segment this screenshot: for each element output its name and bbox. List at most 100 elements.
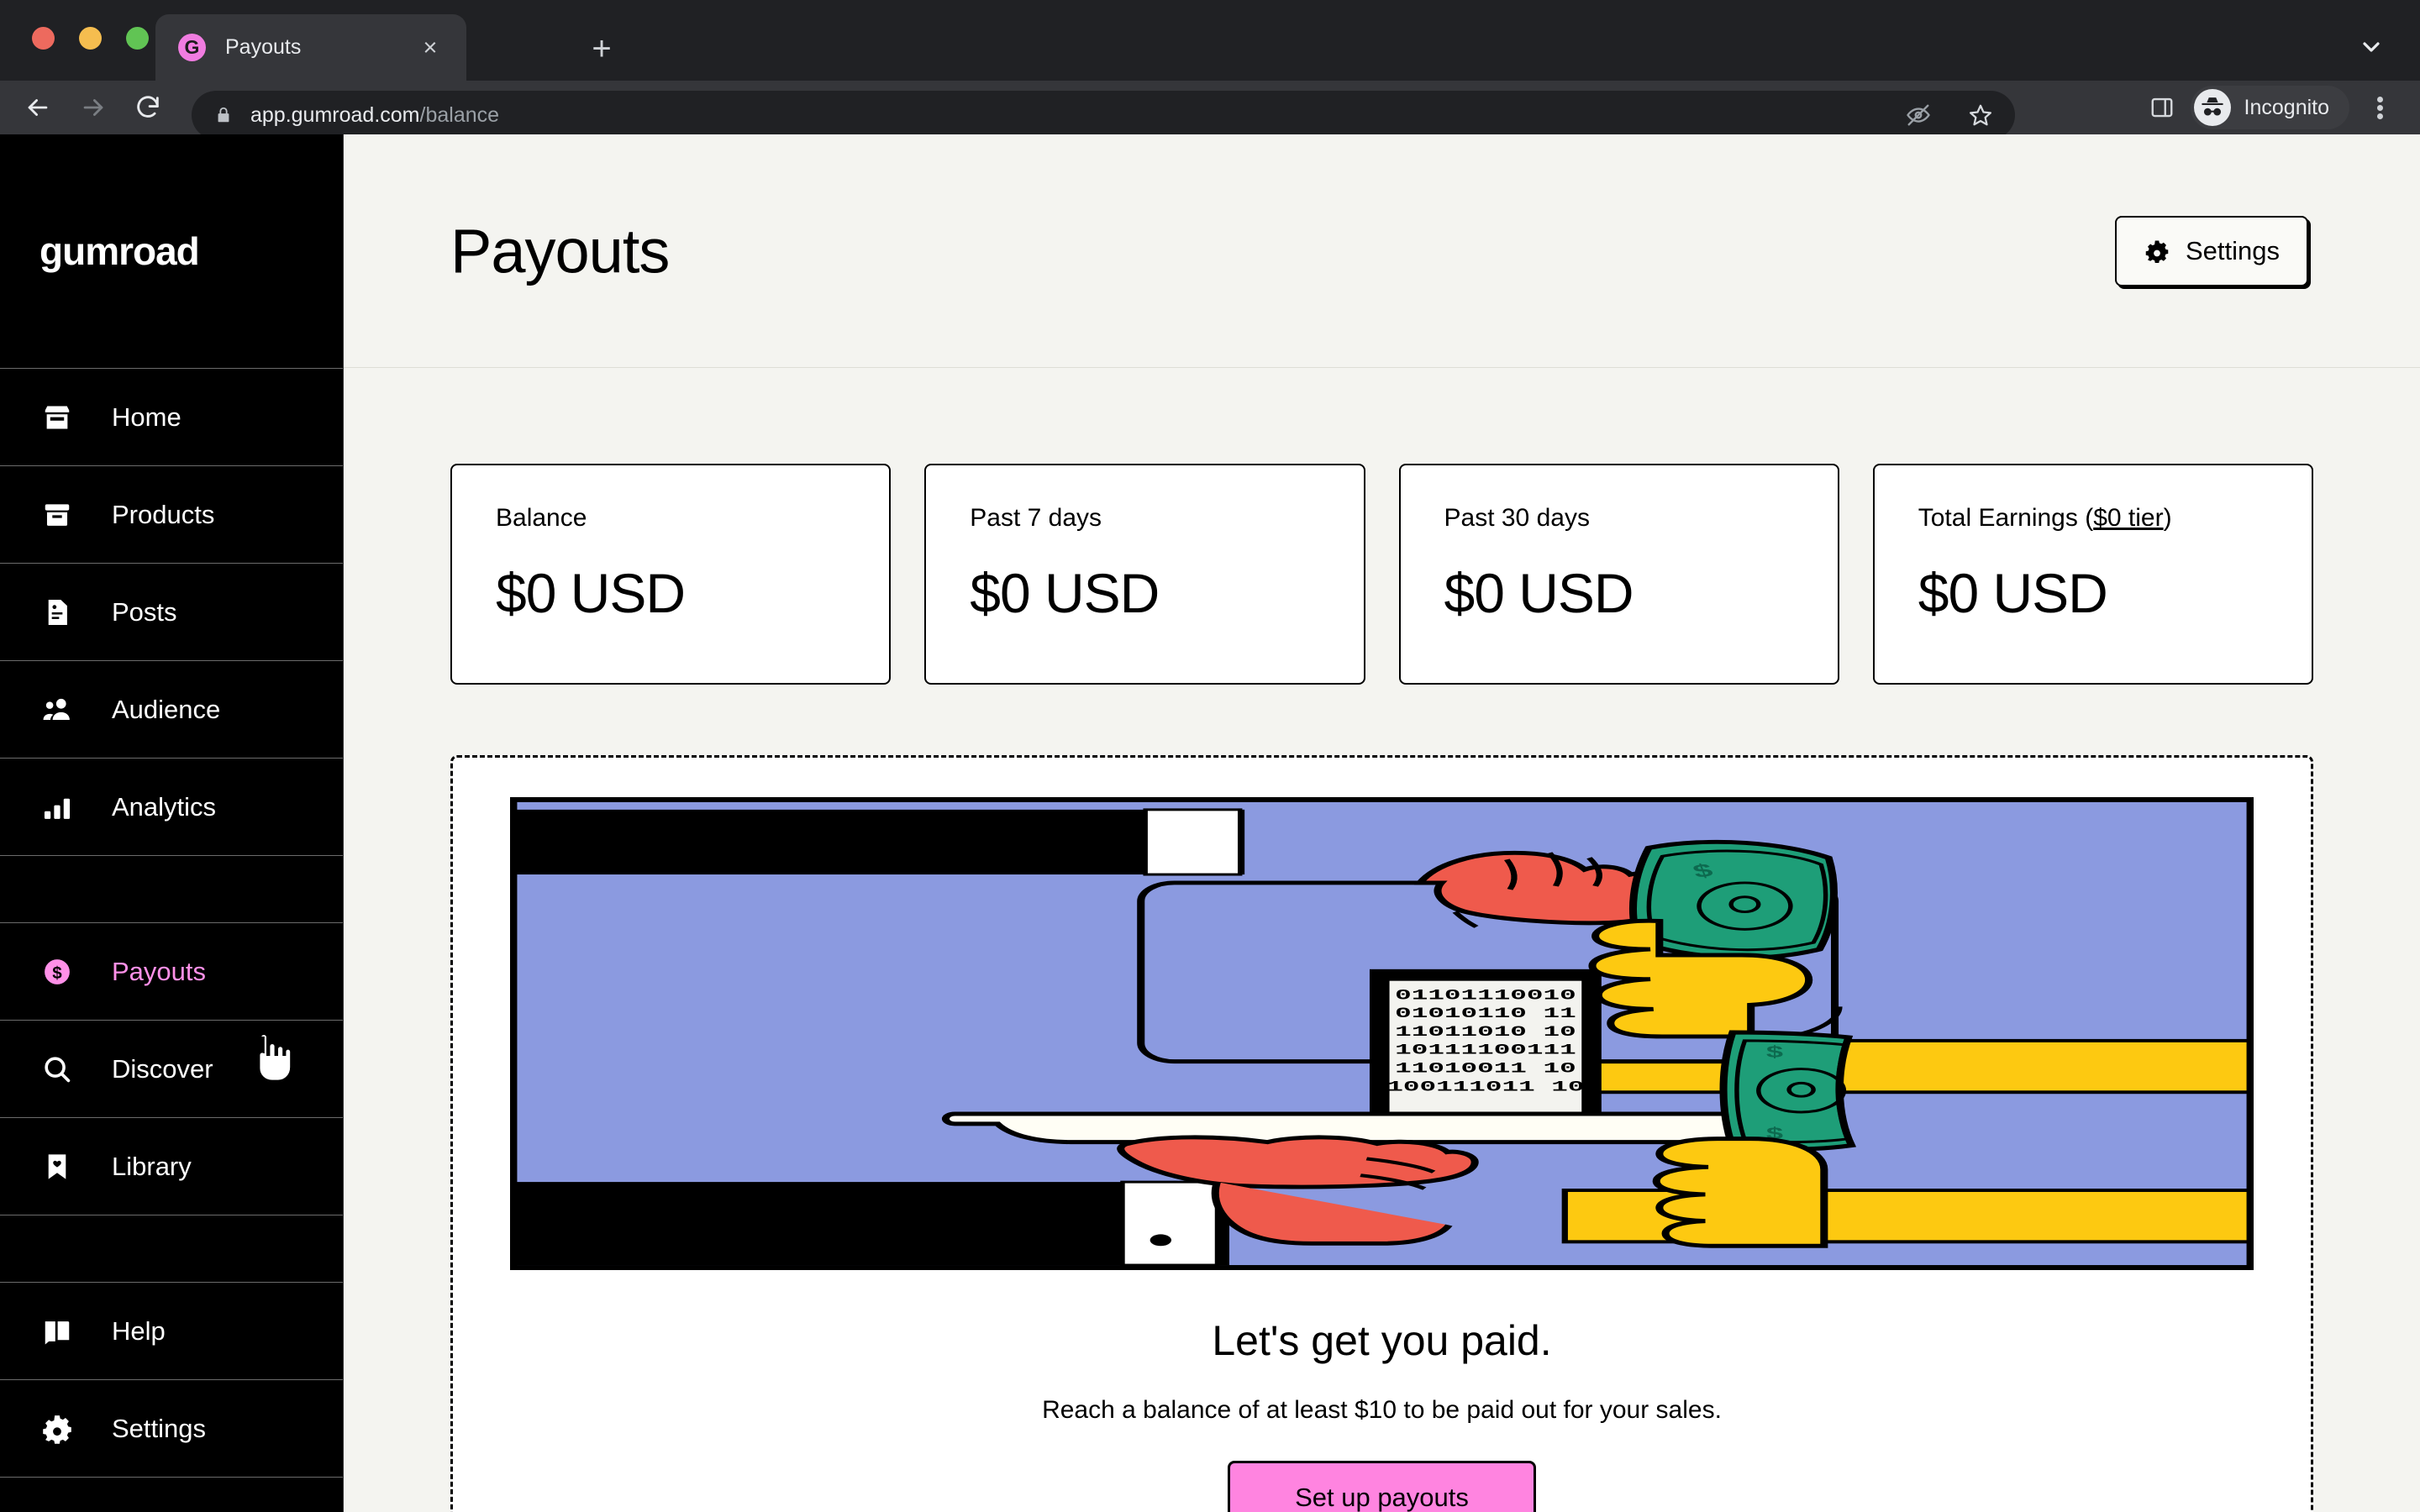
page-title: Payouts — [450, 216, 670, 286]
sidebar-item-label: Discover — [112, 1053, 213, 1084]
settings-button[interactable]: Settings — [2114, 215, 2308, 286]
stat-label: Balance — [496, 504, 587, 532]
tabstrip-chevron-icon[interactable] — [2353, 29, 2390, 66]
sidebar-item-label: Products — [112, 499, 215, 529]
sidebar-item-home[interactable]: Home — [0, 369, 343, 466]
kebab-menu-icon[interactable] — [2356, 84, 2403, 131]
toolbar-right-actions: Incognito — [2139, 81, 2403, 134]
stat-label: Past 7 days — [970, 504, 1102, 532]
page-viewport: gumroad Home Products Posts Audience Ana… — [0, 134, 2420, 1512]
storefront-icon — [39, 400, 75, 435]
stat-label: Past 30 days — [1444, 504, 1590, 532]
close-tab-icon[interactable]: × — [416, 34, 445, 62]
star-icon[interactable] — [1966, 101, 1995, 129]
svg-text:$: $ — [1766, 1043, 1783, 1062]
minimize-window-button[interactable] — [79, 27, 102, 50]
svg-text:01010110 11: 01010110 11 — [1395, 1005, 1576, 1021]
sidebar-item-discover[interactable]: Discover — [0, 1021, 343, 1118]
gumroad-favicon-icon: G — [178, 34, 206, 61]
sidebar-item-label: Audience — [112, 694, 221, 724]
browser-tab[interactable]: G Payouts × — [155, 14, 466, 81]
sidebar-item-posts[interactable]: Posts — [0, 564, 343, 661]
url-path: /balance — [419, 102, 500, 127]
address-bar-url: app.gumroad.com/balance — [250, 103, 499, 128]
sidebar-item-label: Settings — [112, 1413, 207, 1443]
lock-icon — [213, 105, 234, 125]
maximize-window-button[interactable] — [126, 27, 149, 50]
browser-tab-strip: G Payouts × + — [0, 0, 2420, 81]
main-content: Payouts Settings Balance $0 USD Past 7 d… — [344, 134, 2420, 1512]
payout-setup-panel: 01101110010 01010110 11 11011010 10 1011… — [450, 755, 2313, 1512]
browser-window: G Payouts × + app.gumroad.com/balance In… — [0, 0, 2420, 1512]
browser-toolbar: app.gumroad.com/balance Incognito — [0, 81, 2420, 139]
stat-label-suffix: ) — [2163, 504, 2172, 532]
address-bar[interactable]: app.gumroad.com/balance — [192, 91, 2015, 139]
tier-link[interactable]: $0 tier — [2093, 504, 2163, 532]
side-panel-icon[interactable] — [2139, 84, 2186, 131]
bookmark-heart-icon — [39, 1149, 75, 1184]
sidebar-item-settings[interactable]: Settings — [0, 1380, 343, 1478]
svg-text:01101110010: 01101110010 — [1395, 987, 1576, 1004]
svg-text:11010011 10: 11010011 10 — [1395, 1060, 1576, 1077]
gumroad-logo-text: gumroad — [39, 229, 200, 273]
sidebar-item-label: Analytics — [112, 791, 217, 822]
sidebar-item-payouts[interactable]: $ Payouts — [0, 923, 343, 1021]
sidebar-item-label: Home — [112, 402, 182, 432]
waiter-serving-laptop-with-cash-illustration: 01101110010 01010110 11 11011010 10 1011… — [510, 797, 2254, 1270]
close-window-button[interactable] — [32, 27, 55, 50]
stat-card-past-30-days: Past 30 days $0 USD — [1398, 464, 1839, 685]
incognito-avatar-icon — [2193, 89, 2231, 126]
sidebar-item-library[interactable]: Library — [0, 1118, 343, 1215]
sidebar-item-analytics[interactable]: Analytics — [0, 759, 343, 856]
gumroad-logo[interactable]: gumroad — [0, 134, 343, 369]
url-domain: app.gumroad.com — [250, 102, 420, 127]
setup-payouts-button[interactable]: Set up payouts — [1228, 1461, 1536, 1512]
sidebar-item-audience[interactable]: Audience — [0, 661, 343, 759]
stats-row: Balance $0 USD Past 7 days $0 USD Past 3… — [450, 464, 2313, 685]
payout-panel-title: Let's get you paid. — [1212, 1317, 1552, 1364]
svg-text:10111100111: 10111100111 — [1395, 1042, 1576, 1058]
gear-icon — [39, 1411, 75, 1446]
sidebar-item-products[interactable]: Products — [0, 466, 343, 564]
gear-icon — [2144, 238, 2170, 265]
stat-card-total-earnings: Total Earnings ($0 tier) $0 USD — [1872, 464, 2313, 685]
stat-card-balance: Balance $0 USD — [450, 464, 892, 685]
blocked-eye-icon[interactable] — [1904, 101, 1933, 129]
open-book-icon — [39, 1314, 75, 1349]
sidebar-item-label: Payouts — [112, 956, 207, 986]
dollar-circle-icon: $ — [39, 954, 75, 990]
new-tab-button[interactable]: + — [580, 27, 623, 71]
stat-card-past-7-days: Past 7 days $0 USD — [924, 464, 1365, 685]
sidebar-divider-group-1 — [0, 856, 343, 923]
archive-box-icon — [39, 497, 75, 533]
forward-icon[interactable] — [74, 88, 113, 127]
page-header: Payouts Settings — [344, 134, 2420, 368]
svg-text:100111011 10: 100111011 10 — [1386, 1078, 1584, 1095]
settings-button-label: Settings — [2185, 235, 2280, 265]
window-traffic-lights — [32, 27, 149, 50]
document-icon — [39, 595, 75, 630]
sidebar-item-label: Posts — [112, 596, 177, 627]
search-icon — [39, 1052, 75, 1087]
people-icon — [39, 692, 75, 727]
profile-label: Incognito — [2244, 95, 2329, 119]
sidebar-item-label: Library — [112, 1151, 192, 1181]
stat-label-prefix: Total Earnings ( — [1918, 504, 2094, 532]
svg-text:11011010 10: 11011010 10 — [1395, 1023, 1576, 1040]
payout-panel-subtitle: Reach a balance of at least $10 to be pa… — [1042, 1396, 1722, 1424]
back-icon[interactable] — [18, 88, 57, 127]
app-sidebar: gumroad Home Products Posts Audience Ana… — [0, 134, 344, 1512]
browser-tab-title: Payouts — [225, 35, 302, 59]
sidebar-item-label: Help — [112, 1315, 166, 1346]
stat-value: $0 USD — [1444, 562, 1634, 624]
stat-value: $0 USD — [970, 562, 1160, 624]
payouts-content: Balance $0 USD Past 7 days $0 USD Past 3… — [344, 464, 2420, 1512]
sidebar-divider-group-2 — [0, 1215, 343, 1283]
stat-value: $0 USD — [1918, 562, 2108, 624]
profile-chip[interactable]: Incognito — [2190, 86, 2349, 129]
reload-icon[interactable] — [129, 88, 167, 127]
bar-chart-icon — [39, 790, 75, 825]
stat-label: Total Earnings ($0 tier) — [1918, 504, 2268, 533]
address-bar-actions — [1904, 101, 1995, 129]
sidebar-item-help[interactable]: Help — [0, 1283, 343, 1380]
